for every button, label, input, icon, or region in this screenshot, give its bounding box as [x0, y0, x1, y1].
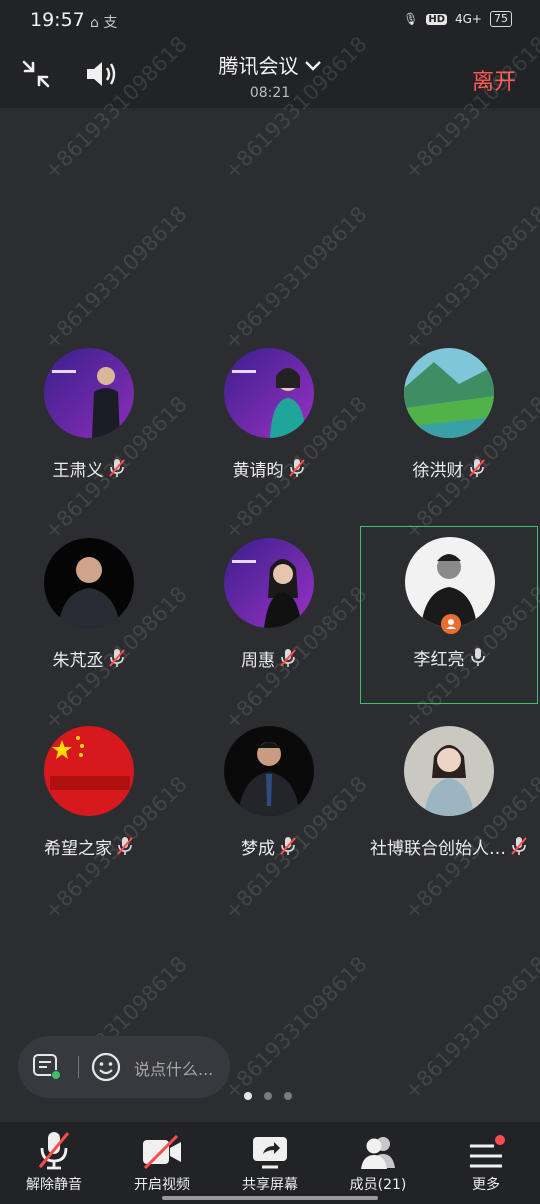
participant-name: 王肃义: [52, 461, 104, 481]
participant-name: 李红亮: [413, 650, 465, 670]
page-dot[interactable]: [284, 1092, 292, 1100]
participant-name: 社博联合创始人…: [370, 839, 506, 859]
avatar: [44, 538, 134, 628]
members-label: 成员(21): [349, 1177, 407, 1193]
participant-tile[interactable]: 社博联合创始人…: [360, 716, 538, 894]
avatar: [44, 726, 134, 816]
divider: [78, 1056, 79, 1078]
mic-muted-icon: [284, 459, 306, 481]
mic-muted-icon: [275, 837, 297, 859]
meeting-header: 腾讯会议 08:21 离开: [0, 44, 540, 108]
members-button[interactable]: 成员(21): [324, 1122, 432, 1204]
participant-tile[interactable]: 希望之家: [0, 716, 178, 894]
meeting-toolbar: 解除静音 开启视频 共享屏幕 成员(21) 更多: [0, 1122, 540, 1204]
avatar: [224, 538, 314, 628]
avatar: [44, 348, 134, 438]
participant-tile[interactable]: 徐洪财: [360, 338, 538, 516]
more-label: 更多: [472, 1177, 500, 1193]
mic-muted-icon: [464, 459, 486, 481]
participant-tile[interactable]: 黄请昀: [180, 338, 358, 516]
status-time: 19:57: [30, 9, 85, 31]
mic-muted-icon: [104, 459, 126, 481]
participant-tile[interactable]: 周惠: [180, 528, 358, 706]
battery-icon: 75: [490, 11, 512, 27]
share-screen-button[interactable]: 共享屏幕: [216, 1122, 324, 1204]
participant-name: 梦成: [241, 839, 275, 859]
more-button[interactable]: 更多: [432, 1122, 540, 1204]
status-bar: 19:57 ⌂ 支 🎙 HD 4G+ 75: [0, 0, 540, 44]
unmute-label: 解除静音: [26, 1177, 82, 1193]
meeting-title-button[interactable]: 腾讯会议: [0, 50, 540, 79]
participant-tile[interactable]: 王肃义: [0, 338, 178, 516]
participant-tile-active-speaker[interactable]: 李红亮: [360, 526, 538, 704]
mic-muted-icon: [104, 649, 126, 671]
share-screen-label: 共享屏幕: [242, 1177, 298, 1193]
mic-on-icon: [465, 648, 487, 670]
hd-badge: HD: [426, 13, 447, 25]
participant-tile[interactable]: 朱芃丞: [0, 528, 178, 706]
start-video-button[interactable]: 开启视频: [108, 1122, 216, 1204]
avatar: [224, 726, 314, 816]
home-indicator: [162, 1196, 378, 1200]
participant-tile[interactable]: 梦成: [180, 716, 358, 894]
video-off-icon: [108, 1122, 216, 1170]
mic-muted-icon: [275, 649, 297, 671]
start-video-label: 开启视频: [134, 1177, 190, 1193]
avatar: [404, 726, 494, 816]
participant-name: 朱芃丞: [52, 651, 104, 671]
participant-name: 黄请昀: [232, 461, 284, 481]
mic-muted-icon: [0, 1122, 108, 1170]
page-dot[interactable]: [244, 1092, 252, 1100]
meeting-title: 腾讯会议: [218, 54, 299, 78]
status-app-icons: ⌂ 支: [90, 15, 118, 31]
unmute-button[interactable]: 解除静音: [0, 1122, 108, 1204]
participant-name: 希望之家: [44, 839, 112, 859]
mic-muted-icon: [506, 837, 528, 859]
page-indicator[interactable]: [244, 1092, 292, 1100]
emoji-icon[interactable]: [90, 1051, 122, 1087]
mic-muted-icon: [112, 837, 134, 859]
participant-name: 周惠: [241, 651, 275, 671]
avatar: [224, 348, 314, 438]
members-icon: [324, 1122, 432, 1170]
meeting-timer: 08:21: [249, 85, 291, 101]
chat-input-bar[interactable]: 说点什么...: [18, 1036, 230, 1098]
status-right-icons: 🎙 HD 4G+ 75: [403, 11, 512, 27]
leave-button[interactable]: 离开: [472, 64, 516, 96]
chat-list-icon[interactable]: [32, 1053, 62, 1085]
menu-icon: [432, 1122, 540, 1170]
chevron-down-icon: [304, 58, 322, 77]
network-label: 4G+: [455, 12, 482, 26]
mic-status-icon: 🎙: [403, 12, 419, 26]
page-dot[interactable]: [264, 1092, 272, 1100]
avatar: [404, 348, 494, 438]
chat-placeholder[interactable]: 说点什么...: [134, 1056, 213, 1080]
host-badge-icon: [441, 614, 461, 634]
share-screen-icon: [216, 1122, 324, 1170]
participant-name: 徐洪财: [412, 461, 464, 481]
